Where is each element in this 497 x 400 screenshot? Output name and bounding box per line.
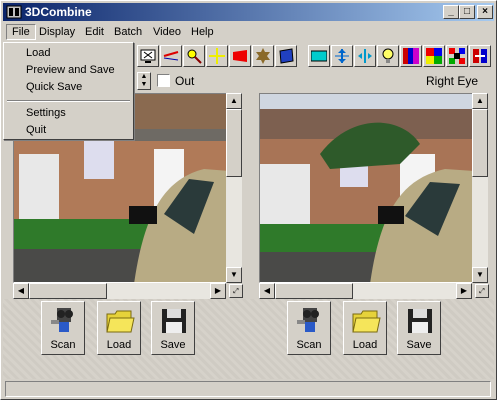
out-checkbox[interactable] [157,72,171,90]
right-scan-button[interactable]: Scan [287,301,331,355]
right-photo [260,94,487,282]
red-line-icon[interactable] [160,45,182,67]
color-bars-icon[interactable] [400,45,422,67]
menu-help[interactable]: Help [186,24,219,40]
out-label: Out [175,74,195,88]
window-title: 3DCombine [25,5,92,19]
right-eye-label: Right Eye [426,74,479,88]
brown-gear-icon[interactable] [252,45,274,67]
file-menu-dropdown: Load Preview and Save Quick Save Setting… [3,42,134,140]
swap-icon[interactable] [469,45,491,67]
floppy-disk-icon [408,309,432,333]
left-vertical-scrollbar[interactable]: ▲ ▼ [226,93,242,283]
menu-batch[interactable]: Batch [109,24,147,40]
scroll-up-icon[interactable]: ▲ [472,93,488,109]
cyan-band-icon[interactable] [308,45,330,67]
scroll-right-icon[interactable]: ▶ [456,283,472,299]
floppy-disk-icon [162,309,186,333]
scroll-up-icon[interactable]: ▲ [226,93,242,109]
menu-bar: File Display Edit Batch Video Help [3,22,494,42]
scroll-thumb[interactable] [226,109,242,177]
vertical-arrows-icon[interactable] [331,45,353,67]
blue-diamond-icon[interactable] [275,45,297,67]
title-bar[interactable]: 3DCombine _ □ × [3,3,494,21]
load-label: Load [106,339,132,351]
minimize-button[interactable]: _ [443,5,459,19]
status-bar [5,381,491,397]
right-save-button[interactable]: Save [397,301,441,355]
left-resize-grip-icon[interactable]: ⤢ [229,284,243,298]
folder-icon [106,310,135,333]
menu-display[interactable]: Display [34,24,80,40]
save-label: Save [406,339,432,351]
camera-icon [297,308,319,332]
right-load-button[interactable]: Load [343,301,387,355]
menu-item-quick-save[interactable]: Quick Save [6,79,131,96]
left-scan-button[interactable]: Scan [41,301,85,355]
magnifier-icon[interactable] [183,45,205,67]
menu-edit[interactable]: Edit [80,24,109,40]
camera-icon [51,308,73,332]
split-arrows-icon[interactable] [354,45,376,67]
menu-item-settings[interactable]: Settings [6,105,131,122]
scroll-thumb[interactable] [275,283,353,299]
menu-separator [7,100,130,102]
menu-item-preview-and-save[interactable]: Preview and Save [6,62,131,79]
scroll-down-icon[interactable]: ▼ [226,267,242,283]
menu-item-quit[interactable]: Quit [6,122,131,139]
rgb-grid-icon[interactable] [446,45,468,67]
right-horizontal-scrollbar[interactable]: ◀ ▶ [259,283,472,299]
color-squares-icon[interactable] [423,45,445,67]
right-resize-grip-icon[interactable]: ⤢ [475,284,489,298]
scroll-thumb[interactable] [472,109,488,177]
scroll-thumb[interactable] [29,283,107,299]
left-save-button[interactable]: Save [151,301,195,355]
menu-file[interactable]: File [6,24,36,40]
left-horizontal-scrollbar[interactable]: ◀ ▶ [13,283,226,299]
right-vertical-scrollbar[interactable]: ▲ ▼ [472,93,488,283]
scroll-right-icon[interactable]: ▶ [210,283,226,299]
app-icon [6,5,22,19]
folder-icon [352,310,381,333]
save-label: Save [160,339,186,351]
load-label: Load [352,339,378,351]
scroll-left-icon[interactable]: ◀ [259,283,275,299]
scan-label: Scan [296,339,322,351]
spin-arrows-icon[interactable]: ▲ ▼ [137,72,151,90]
maximize-button[interactable]: □ [459,5,475,19]
app-window: 3DCombine _ □ × File Display Edit Batch … [0,0,497,400]
scroll-down-icon[interactable]: ▼ [472,267,488,283]
scan-label: Scan [50,339,76,351]
checkbox-box[interactable] [157,74,170,87]
left-load-button[interactable]: Load [97,301,141,355]
lightbulb-icon[interactable] [377,45,399,67]
menu-item-load[interactable]: Load [6,45,131,62]
spin-control[interactable]: ▲ ▼ [137,72,151,90]
right-image-panel[interactable] [259,93,488,283]
scroll-left-icon[interactable]: ◀ [13,283,29,299]
monitor-icon[interactable] [137,45,159,67]
menu-video[interactable]: Video [148,24,186,40]
yellow-cross-icon[interactable] [206,45,228,67]
close-button[interactable]: × [477,5,493,19]
red-shape-icon[interactable] [229,45,251,67]
